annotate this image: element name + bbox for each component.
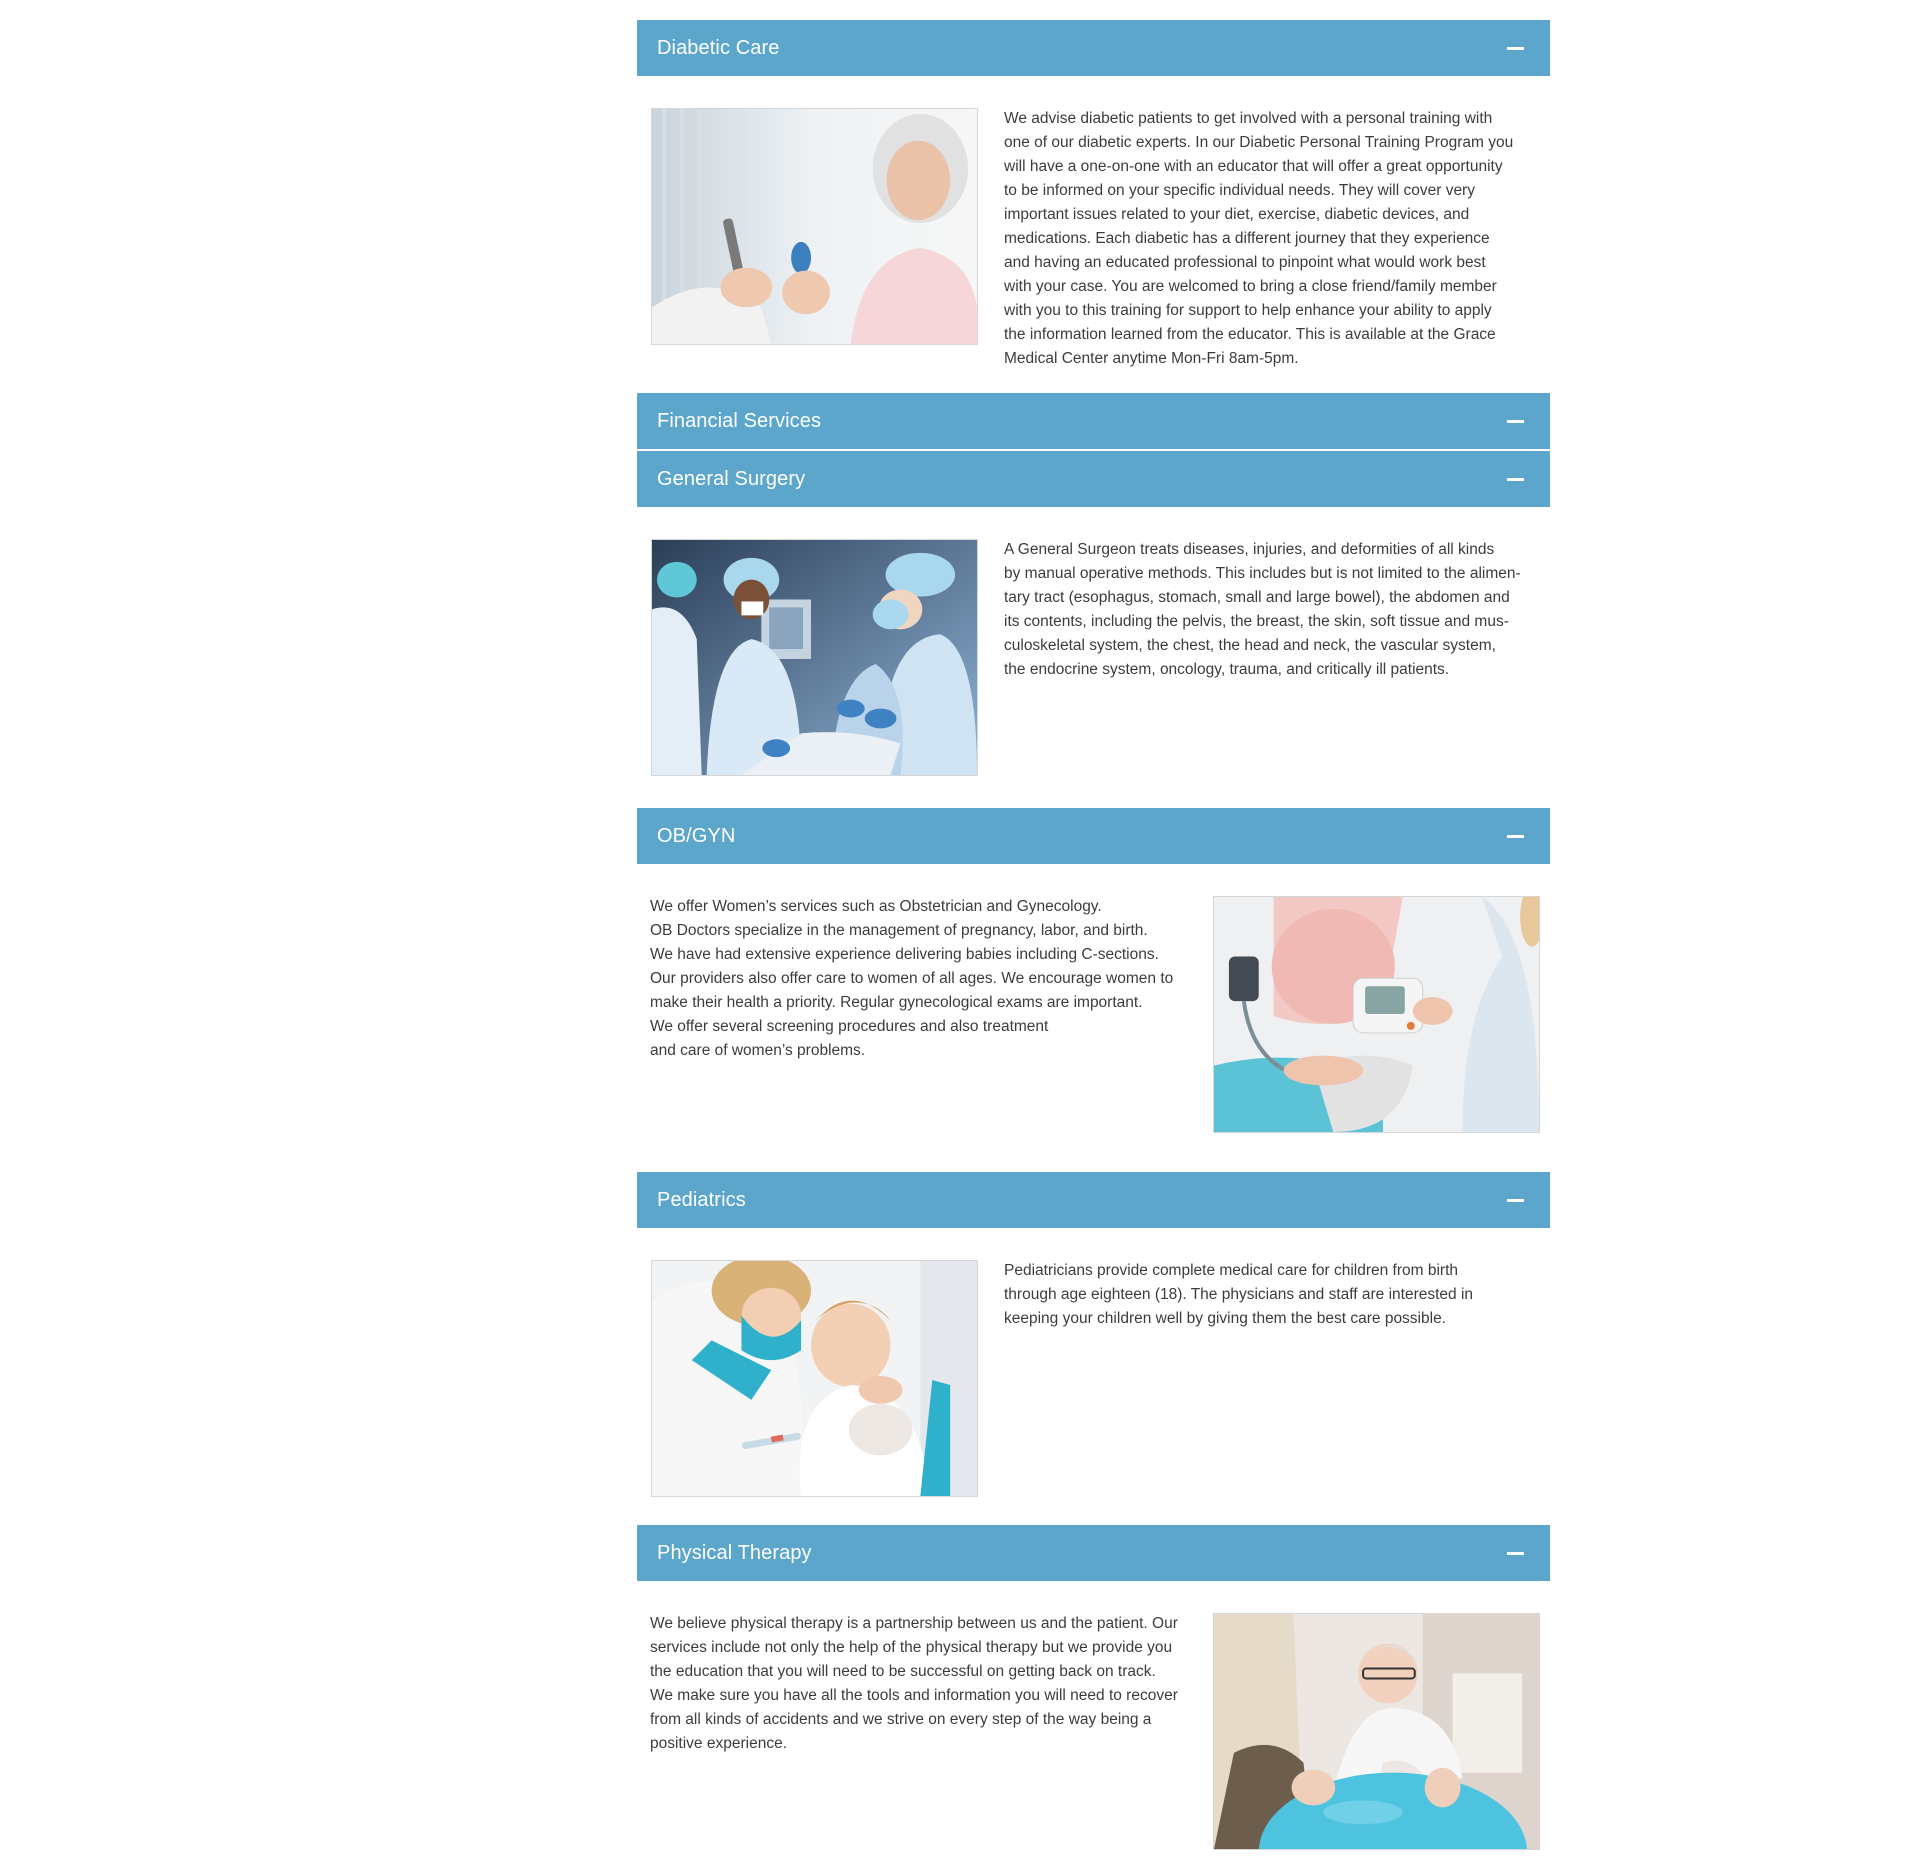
accordion-text: Pediatricians provide complete medical c…: [1004, 1259, 1536, 1331]
text-line: We offer Women’s services such as Obstet…: [650, 898, 1102, 915]
pediatrics-photo: [651, 1260, 978, 1497]
text-line: We offer several screening procedures an…: [650, 1018, 1049, 1035]
text-line: from all kinds of accidents and we striv…: [650, 1711, 1152, 1728]
accordion-panel-obgyn: We offer Women’s services such as Obstet…: [637, 864, 1550, 1172]
text-line: through age eighteen (18). The physician…: [1004, 1286, 1474, 1303]
text-line: Medical Center anytime Mon-Fri 8am-5pm.: [1004, 350, 1299, 367]
minus-icon[interactable]: [1507, 470, 1525, 488]
text-line: positive experience.: [650, 1735, 787, 1752]
accordion-text: We advise diabetic patients to get invol…: [1004, 107, 1536, 371]
text-line: the education that you will need to be s…: [650, 1663, 1156, 1680]
text-line: one of our diabetic experts. In our Diab…: [1004, 134, 1514, 151]
accordion-title: OB/GYN: [657, 824, 736, 847]
accordion-title: Diabetic Care: [657, 36, 780, 59]
text-line: keeping your children well by giving the…: [1004, 1310, 1446, 1327]
text-line: Pediatricians provide complete medical c…: [1004, 1262, 1459, 1279]
text-line: tary tract (esophagus, stomach, small an…: [1004, 589, 1510, 606]
accordion-title: Financial Services: [657, 409, 822, 432]
accordion-panel-physical-therapy: We believe physical therapy is a partner…: [637, 1581, 1550, 1866]
text-line: A General Surgeon treats diseases, injur…: [1004, 541, 1495, 558]
text-line: Our providers also offer care to women o…: [650, 970, 1174, 987]
general-surgery-photo: [651, 539, 978, 776]
accordion-title: Pediatrics: [657, 1188, 746, 1211]
accordion-header-physical-therapy[interactable]: Physical Therapy: [637, 1525, 1550, 1581]
text-line: make their health a priority. Regular gy…: [650, 994, 1143, 1011]
text-line: to be informed on your specific individu…: [1004, 182, 1475, 199]
services-accordion: Diabetic Care We advise diabetic patient…: [637, 20, 1550, 1866]
text-line: with you to this training for support to…: [1004, 302, 1492, 319]
text-line: We have had extensive experience deliver…: [650, 946, 1159, 963]
minus-icon[interactable]: [1507, 1191, 1525, 1209]
physical-therapy-photo: [1213, 1613, 1540, 1850]
text-line: medications. Each diabetic has a differe…: [1004, 230, 1490, 247]
text-line: and having an educated professional to p…: [1004, 254, 1486, 271]
accordion-header-obgyn[interactable]: OB/GYN: [637, 808, 1550, 864]
accordion-header-general-surgery[interactable]: General Surgery: [637, 451, 1550, 507]
text-line: We believe physical therapy is a partner…: [650, 1615, 1178, 1632]
obgyn-photo: [1213, 896, 1540, 1133]
diabetic-care-photo: [651, 108, 978, 345]
accordion-header-pediatrics[interactable]: Pediatrics: [637, 1172, 1550, 1228]
accordion-header-financial-services[interactable]: Financial Services: [637, 393, 1550, 449]
accordion-text: We believe physical therapy is a partner…: [650, 1612, 1195, 1756]
minus-icon[interactable]: [1507, 1544, 1525, 1562]
accordion-panel-general-surgery: A General Surgeon treats diseases, injur…: [637, 507, 1550, 808]
accordion-panel-pediatrics: Pediatricians provide complete medical c…: [637, 1228, 1550, 1525]
text-line: with your case. You are welcomed to brin…: [1004, 278, 1497, 295]
text-line: its contents, including the pelvis, the …: [1004, 613, 1509, 630]
text-line: the information learned from the educato…: [1004, 326, 1496, 343]
text-line: the endocrine system, oncology, trauma, …: [1004, 661, 1450, 678]
text-line: We make sure you have all the tools and …: [650, 1687, 1178, 1704]
accordion-text: We offer Women’s services such as Obstet…: [650, 895, 1195, 1063]
accordion-text: A General Surgeon treats diseases, injur…: [1004, 538, 1536, 682]
minus-icon[interactable]: [1507, 827, 1525, 845]
text-line: by manual operative methods. This includ…: [1004, 565, 1521, 582]
text-line: and care of women’s problems.: [650, 1042, 866, 1059]
minus-icon[interactable]: [1507, 39, 1525, 57]
accordion-title: Physical Therapy: [657, 1541, 812, 1564]
accordion-header-diabetic-care[interactable]: Diabetic Care: [637, 20, 1550, 76]
text-line: important issues related to your diet, e…: [1004, 206, 1470, 223]
accordion-panel-diabetic-care: We advise diabetic patients to get invol…: [637, 76, 1550, 393]
text-line: will have a one-on-one with an educator …: [1004, 158, 1503, 175]
text-line: services include not only the help of th…: [650, 1639, 1173, 1656]
accordion-title: General Surgery: [657, 467, 806, 490]
text-line: OB Doctors specialize in the management …: [650, 922, 1148, 939]
text-line: We advise diabetic patients to get invol…: [1004, 110, 1493, 127]
text-line: culoskeletal system, the chest, the head…: [1004, 637, 1496, 654]
minus-icon[interactable]: [1507, 412, 1525, 430]
